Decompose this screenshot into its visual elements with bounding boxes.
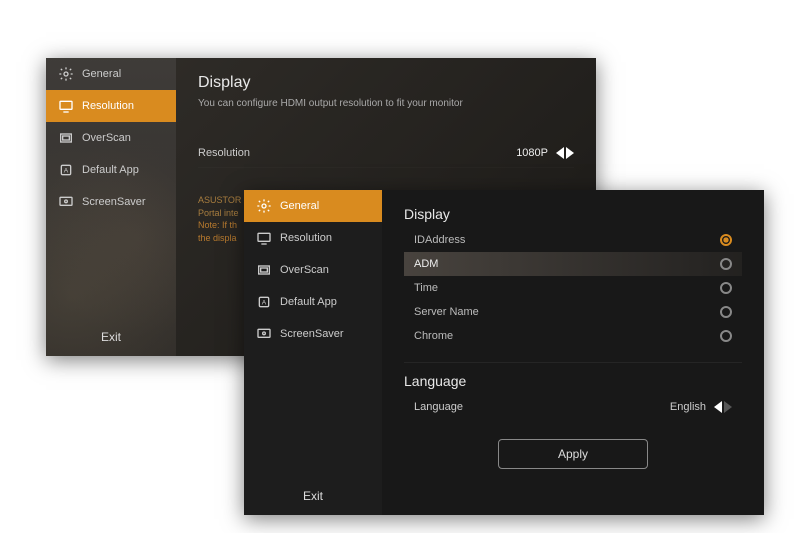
value-stepper[interactable] xyxy=(556,147,574,159)
setting-value: 1080P xyxy=(516,147,548,159)
display-option-adm[interactable]: ADM xyxy=(404,252,742,276)
note-line: the displa xyxy=(198,233,237,243)
sidebar: General Resolution OverScan A Default Ap… xyxy=(244,190,382,515)
arrow-right-icon[interactable] xyxy=(724,401,732,413)
sidebar-label: Resolution xyxy=(82,100,134,112)
sidebar-label: OverScan xyxy=(280,264,329,276)
screensaver-icon xyxy=(256,326,272,342)
sidebar-label: OverScan xyxy=(82,132,131,144)
display-option-server-name[interactable]: Server Name xyxy=(404,300,742,324)
gear-icon xyxy=(256,198,272,214)
content-panel: Display IDAddress ADM Time Server Name C… xyxy=(382,190,764,515)
value-stepper[interactable] xyxy=(714,401,732,413)
divider xyxy=(404,362,742,363)
sidebar-label: ScreenSaver xyxy=(280,328,344,340)
exit-button[interactable]: Exit xyxy=(244,477,382,515)
arrow-left-icon[interactable] xyxy=(556,147,564,159)
radio-off-icon[interactable] xyxy=(720,258,732,270)
option-label: Server Name xyxy=(414,306,720,318)
radio-off-icon[interactable] xyxy=(720,282,732,294)
sidebar-item-screensaver[interactable]: ScreenSaver xyxy=(244,318,382,350)
sidebar-item-overscan[interactable]: OverScan xyxy=(46,122,176,154)
sidebar: General Resolution OverScan A Default Ap… xyxy=(46,58,176,356)
note-line: Portal inte xyxy=(198,208,239,218)
option-label: Chrome xyxy=(414,330,720,342)
display-option-chrome[interactable]: Chrome xyxy=(404,324,742,348)
section-title-display: Display xyxy=(404,206,742,222)
language-setting-row[interactable]: Language English xyxy=(404,395,742,419)
sidebar-item-screensaver[interactable]: ScreenSaver xyxy=(46,186,176,218)
app-icon: A xyxy=(58,162,74,178)
arrow-left-icon[interactable] xyxy=(714,401,722,413)
apply-button[interactable]: Apply xyxy=(498,439,648,469)
display-option-idaddress[interactable]: IDAddress xyxy=(404,228,742,252)
sidebar-label: Default App xyxy=(82,164,139,176)
sidebar-label: General xyxy=(82,68,121,80)
section-caption: You can configure HDMI output resolution… xyxy=(198,98,574,109)
arrow-right-icon[interactable] xyxy=(566,147,574,159)
setting-label: Resolution xyxy=(198,147,516,159)
sidebar-label: General xyxy=(280,200,319,212)
section-title: Display xyxy=(198,74,574,92)
note-line: ASUSTOR xyxy=(198,195,241,205)
option-label: IDAddress xyxy=(414,234,720,246)
section-title-language: Language xyxy=(404,373,742,389)
resolution-setting-row[interactable]: Resolution 1080P xyxy=(198,139,574,168)
screensaver-icon xyxy=(58,194,74,210)
sidebar-item-general[interactable]: General xyxy=(46,58,176,90)
overscan-icon xyxy=(256,262,272,278)
note-line: Note: If th xyxy=(198,220,237,230)
sidebar-label: Default App xyxy=(280,296,337,308)
radio-on-icon[interactable] xyxy=(720,234,732,246)
sidebar-label: ScreenSaver xyxy=(82,196,146,208)
radio-off-icon[interactable] xyxy=(720,330,732,342)
svg-text:A: A xyxy=(64,168,69,175)
sidebar-item-resolution[interactable]: Resolution xyxy=(46,90,176,122)
monitor-icon xyxy=(58,98,74,114)
sidebar-item-resolution[interactable]: Resolution xyxy=(244,222,382,254)
sidebar-item-general[interactable]: General xyxy=(244,190,382,222)
svg-text:A: A xyxy=(262,300,267,307)
setting-label: Language xyxy=(414,401,670,413)
sidebar-item-default-app[interactable]: A Default App xyxy=(244,286,382,318)
sidebar-label: Resolution xyxy=(280,232,332,244)
app-icon: A xyxy=(256,294,272,310)
setting-value: English xyxy=(670,401,706,413)
option-label: ADM xyxy=(414,258,720,270)
exit-button[interactable]: Exit xyxy=(46,318,176,356)
monitor-icon xyxy=(256,230,272,246)
gear-icon xyxy=(58,66,74,82)
sidebar-item-default-app[interactable]: A Default App xyxy=(46,154,176,186)
option-label: Time xyxy=(414,282,720,294)
display-option-time[interactable]: Time xyxy=(404,276,742,300)
overscan-icon xyxy=(58,130,74,146)
radio-off-icon[interactable] xyxy=(720,306,732,318)
sidebar-item-overscan[interactable]: OverScan xyxy=(244,254,382,286)
settings-window-general: General Resolution OverScan A Default Ap… xyxy=(244,190,764,515)
